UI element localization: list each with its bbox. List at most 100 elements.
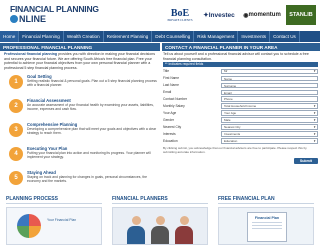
- form-intro: Tell us about yourself and a professiona…: [163, 52, 309, 61]
- select-value: Male: [224, 118, 231, 123]
- nav-debt-counselling[interactable]: Debt Counselling: [152, 31, 195, 42]
- step-executing-plan: 4 Executing Your Plan Putting your finan…: [4, 144, 158, 167]
- nav-financial-planning[interactable]: Financial Planning: [19, 31, 64, 42]
- step-text: Financial Assessment An accurate assessm…: [27, 98, 157, 112]
- city-select[interactable]: Nearest City ▼: [221, 124, 318, 130]
- document-icon: 3: [9, 122, 23, 137]
- step-goal-setting: 1 Goal Setting Setting realistic financi…: [4, 72, 158, 95]
- form-disclaimer: By clicking submit, you acknowledge that…: [163, 146, 307, 155]
- financial-planners-image[interactable]: [112, 207, 208, 245]
- chevron-down-icon: ▼: [313, 139, 316, 144]
- person-icon: [151, 216, 169, 244]
- step-comprehensive-planning: 3 Comprehensive Planning Developing a co…: [4, 120, 158, 143]
- field-label: Monthly Salary: [163, 104, 185, 109]
- form-row-salary: Monthly Salary Total Household Income ▼: [163, 103, 318, 109]
- form-row-city: Nearest City Nearest City ▼: [163, 124, 318, 130]
- sponsor-boe[interactable]: BoE PRIVATE CLIENTS: [164, 5, 196, 25]
- document-icon: Financial Plan: [247, 212, 287, 242]
- planning-content: Professional financial planning provides…: [4, 52, 158, 191]
- nav-investments[interactable]: Investments: [238, 31, 271, 42]
- planning-process-image[interactable]: Your Financial Plan: [6, 207, 102, 245]
- select-value: Your Age: [224, 111, 237, 116]
- field-label: Interests: [163, 132, 176, 137]
- age-select[interactable]: Your Age ▼: [221, 110, 318, 116]
- field-label: Your Age: [163, 111, 177, 116]
- gender-select[interactable]: Male ▼: [221, 117, 318, 123]
- financial-planners-panel: FINANCIAL PLANNERS: [112, 196, 208, 245]
- form-row-title: Title Mr ▼: [163, 68, 318, 75]
- field-label: Education: [163, 139, 178, 144]
- last-name-field[interactable]: Surname: [221, 82, 318, 89]
- chevron-down-icon: ▼: [313, 104, 316, 109]
- select-value: Nearest City: [224, 125, 241, 130]
- select-value: Education: [224, 139, 238, 144]
- step-text: Goal Setting Setting realistic financial…: [27, 74, 157, 88]
- sponsor-investec[interactable]: ✦ Investec: [200, 5, 238, 25]
- chevron-down-icon: ▼: [313, 132, 316, 137]
- logo-bottom-row: NLINE: [10, 13, 99, 24]
- person-icon: [175, 216, 193, 244]
- select-value: Investments: [224, 132, 241, 137]
- form-row-education: Education Education ▼: [163, 138, 318, 144]
- field-label: Email: [163, 90, 172, 95]
- field-label: Last Name: [163, 83, 179, 88]
- plan-doc-title: Financial Plan: [254, 216, 280, 220]
- logo-o-icon: [10, 15, 18, 23]
- nav-retirement-planning[interactable]: Retirement Planning: [104, 31, 153, 42]
- form-row-contact-number: Contact Number Phone: [163, 96, 318, 102]
- contact-form: Tell us about yourself and a professiona…: [163, 52, 318, 165]
- sponsor-momentum[interactable]: ◉ momentum: [242, 5, 282, 25]
- interests-select[interactable]: Investments ▼: [221, 131, 318, 137]
- planning-section-title: PROFESSIONAL FINANCIAL PLANNING: [0, 43, 160, 51]
- page: FINANCIAL PLANNING NLINE BoE PRIVATE CLI…: [0, 0, 320, 245]
- main-nav: Home Financial Planning Wealth Creation …: [0, 31, 320, 42]
- form-row-email: Email Email: [163, 89, 318, 95]
- nav-risk-management[interactable]: Risk Management: [194, 31, 239, 42]
- salary-select[interactable]: Total Household Income ▼: [221, 103, 318, 109]
- form-row-last-name: Last Name Surname: [163, 82, 318, 89]
- form-row-age: Your Age Your Age ▼: [163, 110, 318, 116]
- education-select[interactable]: Education ▼: [221, 138, 318, 144]
- target-icon: 1: [9, 74, 23, 89]
- pie-chart-icon: [17, 214, 41, 238]
- site-logo[interactable]: FINANCIAL PLANNING NLINE: [10, 5, 99, 24]
- field-label: Contact Number: [163, 97, 188, 102]
- free-plan-title[interactable]: FREE FINANCIAL PLAN: [218, 196, 314, 204]
- step-text: Comprehensive Planning Developing a comp…: [27, 122, 157, 136]
- free-plan-panel: FREE FINANCIAL PLAN Financial Plan: [218, 196, 314, 245]
- title-select[interactable]: Mr ▼: [221, 68, 318, 75]
- field-label: Title: [163, 69, 170, 74]
- sponsor-stanlib[interactable]: STANLIB: [286, 5, 316, 25]
- select-value: Mr: [224, 69, 228, 74]
- step-staying-ahead: 5 Staying Ahead Staying on track and pla…: [4, 168, 158, 191]
- step-desc: An accurate assessment of your financial…: [27, 102, 154, 112]
- planning-process-panel: PLANNING PROCESS Your Financial Plan: [6, 196, 102, 245]
- phone-field[interactable]: Phone: [221, 96, 318, 102]
- planning-process-title[interactable]: PLANNING PROCESS: [6, 196, 102, 204]
- logo-top-text: FINANCIAL PLANNING: [10, 4, 99, 14]
- sponsor-investec-text: Investec: [208, 11, 235, 19]
- sponsor-boe-text: BoE: [170, 7, 190, 19]
- person-icon: [127, 216, 145, 244]
- nav-contact-us[interactable]: Contact Us: [270, 31, 300, 42]
- step-desc: Putting your financial plan into action …: [27, 150, 151, 160]
- nav-wealth-creation[interactable]: Wealth Creation: [64, 31, 104, 42]
- email-field[interactable]: Email: [221, 89, 318, 95]
- free-plan-image[interactable]: Financial Plan: [218, 207, 314, 245]
- financial-planners-title[interactable]: FINANCIAL PLANNERS: [112, 196, 208, 204]
- nav-home[interactable]: Home: [0, 31, 20, 42]
- chevron-down-icon: ▼: [313, 69, 316, 74]
- field-label: First Name: [163, 76, 180, 81]
- step-desc: Developing a comprehensive plan that wil…: [27, 126, 157, 136]
- planning-intro: Professional financial planning provides…: [4, 52, 158, 71]
- chevron-down-icon: ▼: [313, 111, 316, 116]
- planning-intro-bold: Professional financial planning: [4, 52, 58, 56]
- submit-row: Submit: [163, 158, 318, 165]
- submit-button[interactable]: Submit: [293, 158, 318, 165]
- first-name-field[interactable]: Name: [221, 75, 318, 82]
- chart-icon: 2: [9, 98, 23, 113]
- compass-icon: 5: [9, 170, 23, 185]
- form-row-interests: Interests Investments ▼: [163, 131, 318, 137]
- logo-bottom-text: NLINE: [19, 13, 46, 24]
- step-text: Staying Ahead Staying on track and plann…: [27, 170, 157, 184]
